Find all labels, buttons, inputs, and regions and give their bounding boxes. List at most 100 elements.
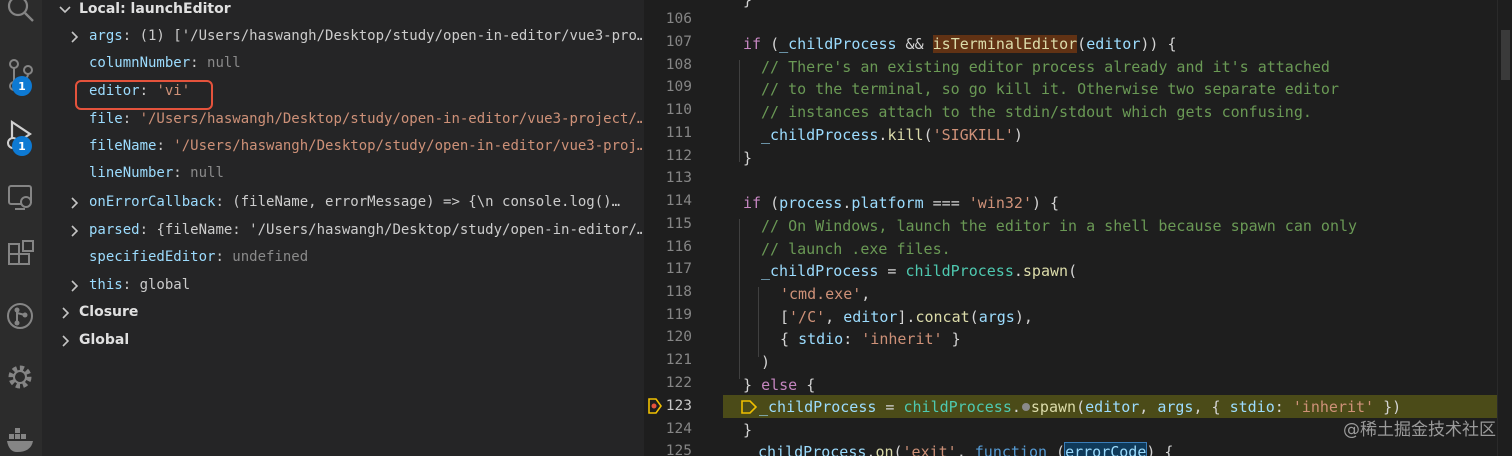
code-token: ( <box>923 126 933 144</box>
code-line: if (_childProcess && isTerminalEditor(ed… <box>743 33 1512 56</box>
code-token: // to the terminal, so go kill it. Other… <box>761 80 1339 98</box>
variable-name: columnNumber <box>89 55 191 71</box>
variable-row[interactable]: parsed: {fileName: '/Users/haswangh/Desk… <box>42 217 642 244</box>
line-number: 110 <box>665 102 692 118</box>
line-number: 111 <box>665 125 692 141</box>
code-token: ) <box>761 353 771 371</box>
activity-bar: 1 1 <box>0 0 42 456</box>
variable-row[interactable]: onErrorCallback: (fileName, errorMessage… <box>42 189 642 216</box>
variable-value: (fileName, errorMessage) => {\n console.… <box>232 194 621 210</box>
code-line: _childProcess.kill('SIGKILL') <box>761 124 1512 147</box>
variable-value: {fileName: '/Users/haswangh/Desktop/stud… <box>156 222 642 238</box>
variable-name: args <box>89 28 123 44</box>
line-number: 118 <box>665 284 692 300</box>
variable-row[interactable]: file: '/Users/haswangh/Desktop/study/ope… <box>42 106 642 133</box>
scrollbar-thumb[interactable] <box>1501 30 1510 80</box>
chevron-right-icon[interactable] <box>61 307 71 319</box>
variable-value: undefined <box>232 249 309 265</box>
remote-explorer-icon[interactable] <box>0 182 42 214</box>
code-token: ) { <box>1146 443 1174 456</box>
chevron-down-icon[interactable] <box>59 5 71 15</box>
annotation-highlight-box <box>75 80 213 110</box>
code-token: stdio <box>798 330 844 348</box>
code-token: , <box>956 443 975 456</box>
line-number: 119 <box>665 307 692 323</box>
source-control-badge: 1 <box>12 76 32 96</box>
git-graph-icon[interactable] <box>0 300 42 332</box>
code-token: { <box>797 376 816 394</box>
variable-value: (1) ['/Users/haswangh/Desktop/study/open… <box>139 28 642 44</box>
variable-value: null <box>190 165 224 181</box>
code-area[interactable]: } if (_childProcess && isTerminalEditor(… <box>723 0 1512 456</box>
variable-name: fileName <box>89 138 157 154</box>
code-line: // to the terminal, so go kill it. Other… <box>761 78 1512 101</box>
local-scope-header[interactable]: Local: launchEditor <box>42 0 642 23</box>
variable-name: onErrorCallback <box>89 194 216 210</box>
line-number: 121 <box>665 352 692 368</box>
code-line: 'cmd.exe', <box>780 283 1512 306</box>
variable-separator: : <box>122 111 140 127</box>
variable-separator: : <box>156 138 174 154</box>
variable-separator: : <box>139 222 157 238</box>
indent-guide <box>758 287 759 357</box>
code-token: _childProcess <box>761 262 879 280</box>
inline-breakpoint-icon[interactable] <box>741 398 759 420</box>
code-token: ( <box>969 308 979 326</box>
code-token: && <box>896 35 933 53</box>
chevron-right-icon[interactable] <box>70 197 80 209</box>
code-line: } <box>743 147 1512 170</box>
settings-icon[interactable] <box>0 360 42 394</box>
chevron-right-icon[interactable] <box>70 31 80 43</box>
code-token: editor <box>843 308 898 326</box>
variable-name: parsed <box>89 222 140 238</box>
global-scope-header[interactable]: Global <box>42 327 642 354</box>
code-line: ) <box>761 351 1512 374</box>
line-number: 116 <box>665 239 692 255</box>
editor-scrollbar[interactable] <box>1497 0 1512 456</box>
line-number: 105 <box>644 0 692 4</box>
variable-value: '/Users/haswangh/Desktop/study/open-in-e… <box>139 111 642 127</box>
code-token: ( <box>1047 443 1066 456</box>
line-number: 108 <box>665 57 692 73</box>
variable-separator: : <box>122 28 140 44</box>
code-editor[interactable]: 105 106 107 108 109 110 111 112 113 114 … <box>644 0 1512 456</box>
code-token: )) { <box>1140 35 1177 53</box>
docker-icon[interactable] <box>0 426 42 456</box>
extensions-icon[interactable] <box>0 240 42 272</box>
code-token: kill <box>887 126 924 144</box>
variable-row[interactable]: this: global <box>42 272 642 299</box>
code-line: if (process.platform === 'win32') { <box>743 192 1512 215</box>
code-token: { <box>780 330 799 348</box>
search-icon[interactable] <box>0 0 42 24</box>
watermark: @稀土掘金技术社区 <box>1343 420 1496 440</box>
code-token: ( <box>1077 35 1087 53</box>
line-number: 112 <box>665 148 692 164</box>
variable-row[interactable]: lineNumber: null <box>42 160 642 187</box>
code-token: . <box>1011 398 1021 416</box>
variable-separator: : <box>190 55 208 71</box>
code-token: . <box>1013 262 1023 280</box>
variable-name: file <box>89 111 123 127</box>
code-line: // There's an existing editor process al… <box>761 56 1512 79</box>
chevron-right-icon[interactable] <box>61 335 71 347</box>
variable-row[interactable]: specifiedEditor: undefined <box>42 244 642 271</box>
inline-breakpoint-dot[interactable] <box>1021 403 1030 411</box>
code-token: 'win32' <box>968 194 1032 212</box>
variable-row[interactable]: fileName: '/Users/haswangh/Desktop/study… <box>42 133 642 160</box>
code-token: // launch .exe files. <box>761 240 951 258</box>
line-number: 106 <box>665 11 692 27</box>
code-token: _childProcess <box>749 443 867 456</box>
code-token: } <box>942 330 961 348</box>
chevron-right-icon[interactable] <box>70 280 80 292</box>
variable-separator: : <box>122 277 140 293</box>
variable-name: this <box>89 277 123 293</box>
variable-row[interactable]: args: (1) ['/Users/haswangh/Desktop/stud… <box>42 23 642 50</box>
code-token: '/C' <box>789 308 826 326</box>
breakpoint-paused-icon[interactable] <box>648 398 662 414</box>
closure-scope-header[interactable]: Closure <box>42 299 642 326</box>
code-token: ( <box>1076 398 1086 416</box>
variable-row[interactable]: columnNumber: null <box>42 50 642 77</box>
code-token: args <box>978 308 1015 326</box>
chevron-right-icon[interactable] <box>70 225 80 237</box>
code-token: } <box>743 376 762 394</box>
